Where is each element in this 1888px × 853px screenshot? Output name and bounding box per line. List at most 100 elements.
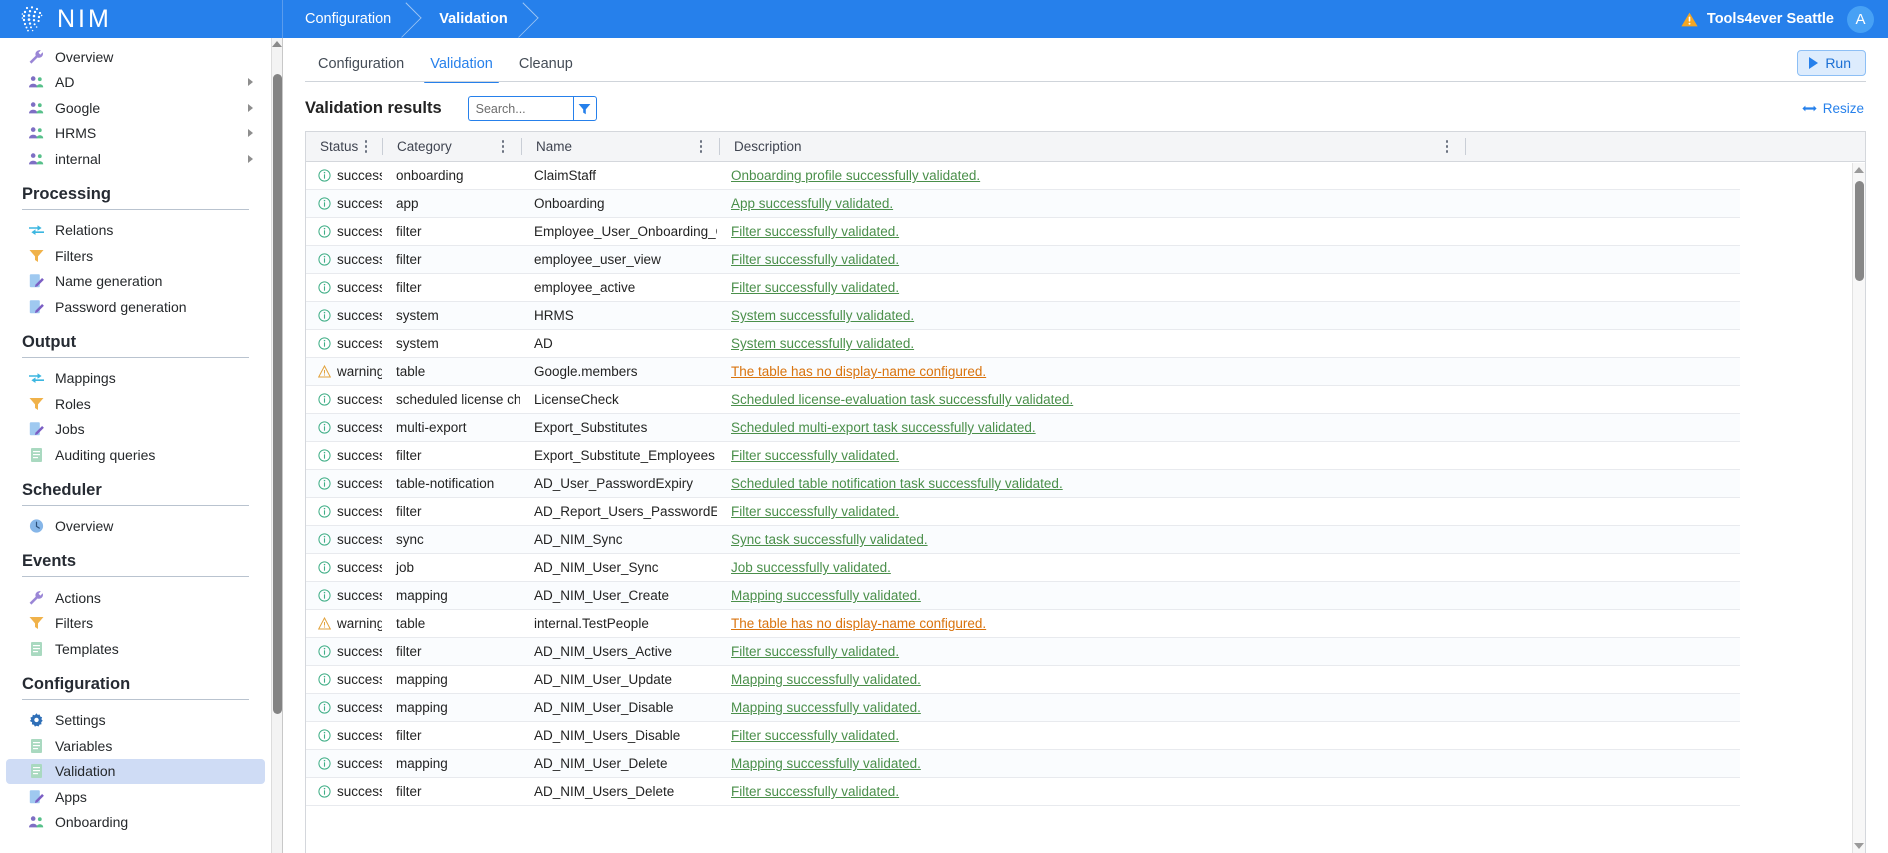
sidebar-item-internal[interactable]: internal bbox=[6, 146, 265, 172]
description-link[interactable]: Scheduled table notification task succes… bbox=[731, 476, 1063, 491]
description-link[interactable]: Mapping successfully validated. bbox=[731, 700, 921, 715]
description-link[interactable]: App successfully validated. bbox=[731, 196, 893, 211]
table-scroll-down-arrow-icon[interactable] bbox=[1854, 843, 1864, 849]
description-link[interactable]: Scheduled license-evaluation task succes… bbox=[731, 392, 1073, 407]
description-link[interactable]: Sync task successfully validated. bbox=[731, 532, 928, 547]
column-header-description[interactable]: Description bbox=[720, 132, 1465, 161]
table-row[interactable]: success multi-export Export_Substitutes Sch… bbox=[306, 414, 1740, 442]
sidebar-item-hrms[interactable]: HRMS bbox=[6, 121, 265, 147]
table-row[interactable]: success scheduled license che... LicenseCh… bbox=[306, 386, 1740, 414]
table-row[interactable]: warning table internal.TestPeople The table… bbox=[306, 610, 1740, 638]
breadcrumb-item-validation[interactable]: Validation bbox=[417, 0, 534, 38]
sidebar-item-password-generation[interactable]: Password generation bbox=[6, 294, 265, 320]
resize-button[interactable]: Resize bbox=[1802, 101, 1866, 116]
column-menu-category-icon[interactable] bbox=[493, 140, 513, 153]
table-row[interactable]: success mapping AD_NIM_User_Update Mapping … bbox=[306, 666, 1740, 694]
description-link[interactable]: Filter successfully validated. bbox=[731, 448, 899, 463]
sidebar-item-overview[interactable]: Overview bbox=[6, 514, 265, 540]
description-link[interactable]: Job successfully validated. bbox=[731, 560, 891, 575]
sidebar-item-templates[interactable]: Templates bbox=[6, 636, 265, 662]
table-row[interactable]: warning table Google.members The table has … bbox=[306, 358, 1740, 386]
description-link[interactable]: Onboarding profile successfully validate… bbox=[731, 168, 980, 183]
description-link[interactable]: Filter successfully validated. bbox=[731, 280, 899, 295]
tab-configuration[interactable]: Configuration bbox=[305, 56, 417, 82]
description-link[interactable]: Filter successfully validated. bbox=[731, 252, 899, 267]
chevron-right-icon[interactable] bbox=[248, 103, 253, 112]
description-link[interactable]: Filter successfully validated. bbox=[731, 728, 899, 743]
column-menu-status-icon[interactable] bbox=[358, 140, 374, 153]
sidebar-item-name-generation[interactable]: Name generation bbox=[6, 269, 265, 295]
column-menu-description-icon[interactable] bbox=[1437, 140, 1457, 153]
table-row[interactable]: success filter AD_NIM_Users_Disable Filter … bbox=[306, 722, 1740, 750]
description-link[interactable]: Filter successfully validated. bbox=[731, 644, 899, 659]
breadcrumb-item-configuration[interactable]: Configuration bbox=[283, 0, 417, 38]
table-scroll-up-arrow-icon[interactable] bbox=[1854, 167, 1864, 173]
sidebar-item-ad[interactable]: AD bbox=[6, 70, 265, 96]
table-row[interactable]: success filter AD_NIM_Users_Delete Filter s… bbox=[306, 778, 1740, 806]
sidebar-item-overview[interactable]: Overview bbox=[6, 44, 265, 70]
table-row[interactable]: success onboarding ClaimStaff Onboarding pr… bbox=[306, 162, 1740, 190]
tenant-selector[interactable]: Tools4ever Seattle bbox=[1681, 11, 1834, 27]
description-link[interactable]: Mapping successfully validated. bbox=[731, 756, 921, 771]
description-link[interactable]: Mapping successfully validated. bbox=[731, 672, 921, 687]
description-link[interactable]: The table has no display-name configured… bbox=[731, 616, 986, 631]
description-link[interactable]: Mapping successfully validated. bbox=[731, 588, 921, 603]
description-link[interactable]: System successfully validated. bbox=[731, 336, 914, 351]
sidebar-item-variables[interactable]: Variables bbox=[6, 733, 265, 759]
table-row[interactable]: success filter employee_active Filter succe… bbox=[306, 274, 1740, 302]
tab-validation[interactable]: Validation bbox=[417, 56, 506, 83]
chevron-right-icon[interactable] bbox=[248, 129, 253, 138]
table-row[interactable]: success mapping AD_NIM_User_Create Mapping … bbox=[306, 582, 1740, 610]
sidebar-scrollbar[interactable] bbox=[271, 38, 282, 853]
table-row[interactable]: success app Onboarding App successfully val… bbox=[306, 190, 1740, 218]
description-link[interactable]: Filter successfully validated. bbox=[731, 224, 899, 239]
sidebar-scrollbar-thumb[interactable] bbox=[273, 74, 282, 714]
description-link[interactable]: Filter successfully validated. bbox=[731, 504, 899, 519]
sidebar-item-auditing-queries[interactable]: Auditing queries bbox=[6, 442, 265, 468]
table-row[interactable]: success mapping AD_NIM_User_Delete Mapping … bbox=[306, 750, 1740, 778]
sidebar-item-google[interactable]: Google bbox=[6, 95, 265, 121]
sidebar-item-onboarding[interactable]: Onboarding bbox=[6, 810, 265, 836]
table-row[interactable]: success system HRMS System successfully val… bbox=[306, 302, 1740, 330]
table-scrollbar[interactable] bbox=[1852, 163, 1865, 853]
sidebar-item-settings[interactable]: Settings bbox=[6, 708, 265, 734]
brand-area[interactable]: NIM bbox=[0, 0, 283, 38]
chevron-right-icon[interactable] bbox=[248, 78, 253, 87]
sidebar-item-validation[interactable]: Validation bbox=[6, 758, 265, 784]
table-scrollbar-thumb[interactable] bbox=[1855, 181, 1864, 281]
run-button[interactable]: Run bbox=[1797, 50, 1866, 76]
description-link[interactable]: Filter successfully validated. bbox=[731, 784, 899, 799]
chevron-right-icon[interactable] bbox=[248, 154, 253, 163]
sidebar-item-apps[interactable]: Apps bbox=[6, 784, 265, 810]
scroll-up-arrow-icon[interactable] bbox=[272, 41, 282, 47]
tab-cleanup[interactable]: Cleanup bbox=[506, 56, 586, 82]
sidebar-item-filters[interactable]: Filters bbox=[6, 611, 265, 637]
sidebar-item-actions[interactable]: Actions bbox=[6, 585, 265, 611]
sidebar-item-jobs[interactable]: Jobs bbox=[6, 417, 265, 443]
column-header-category[interactable]: Category bbox=[383, 132, 521, 161]
table-row[interactable]: success system AD System successfully valid… bbox=[306, 330, 1740, 358]
sidebar-item-mappings[interactable]: Mappings bbox=[6, 366, 265, 392]
column-header-name[interactable]: Name bbox=[522, 132, 719, 161]
tab-bar: Configuration Validation Cleanup Run bbox=[283, 38, 1888, 83]
description-link[interactable]: Scheduled multi-export task successfully… bbox=[731, 420, 1036, 435]
table-row[interactable]: success filter Employee_User_Onboarding_QA… bbox=[306, 218, 1740, 246]
sidebar-item-roles[interactable]: Roles bbox=[6, 391, 265, 417]
table-row[interactable]: success filter AD_NIM_Users_Active Filter s… bbox=[306, 638, 1740, 666]
table-row[interactable]: success filter employee_user_view Filter su… bbox=[306, 246, 1740, 274]
column-header-status[interactable]: Status bbox=[306, 132, 382, 161]
column-menu-name-icon[interactable] bbox=[691, 140, 711, 153]
description-link[interactable]: System successfully validated. bbox=[731, 308, 914, 323]
avatar[interactable]: A bbox=[1847, 5, 1874, 33]
table-row[interactable]: success filter Export_Substitute_Employees… bbox=[306, 442, 1740, 470]
sidebar-item-relations[interactable]: Relations bbox=[6, 218, 265, 244]
table-row[interactable]: success filter AD_Report_Users_PasswordExp… bbox=[306, 498, 1740, 526]
filter-button[interactable] bbox=[572, 96, 597, 121]
description-link[interactable]: The table has no display-name configured… bbox=[731, 364, 986, 379]
table-row[interactable]: success mapping AD_NIM_User_Disable Mapping… bbox=[306, 694, 1740, 722]
table-row[interactable]: success table-notification AD_User_Passwor… bbox=[306, 470, 1740, 498]
sidebar-item-filters[interactable]: Filters bbox=[6, 243, 265, 269]
search-input[interactable] bbox=[467, 96, 573, 121]
table-row[interactable]: success sync AD_NIM_Sync Sync task successf… bbox=[306, 526, 1740, 554]
table-row[interactable]: success job AD_NIM_User_Sync Job successful… bbox=[306, 554, 1740, 582]
